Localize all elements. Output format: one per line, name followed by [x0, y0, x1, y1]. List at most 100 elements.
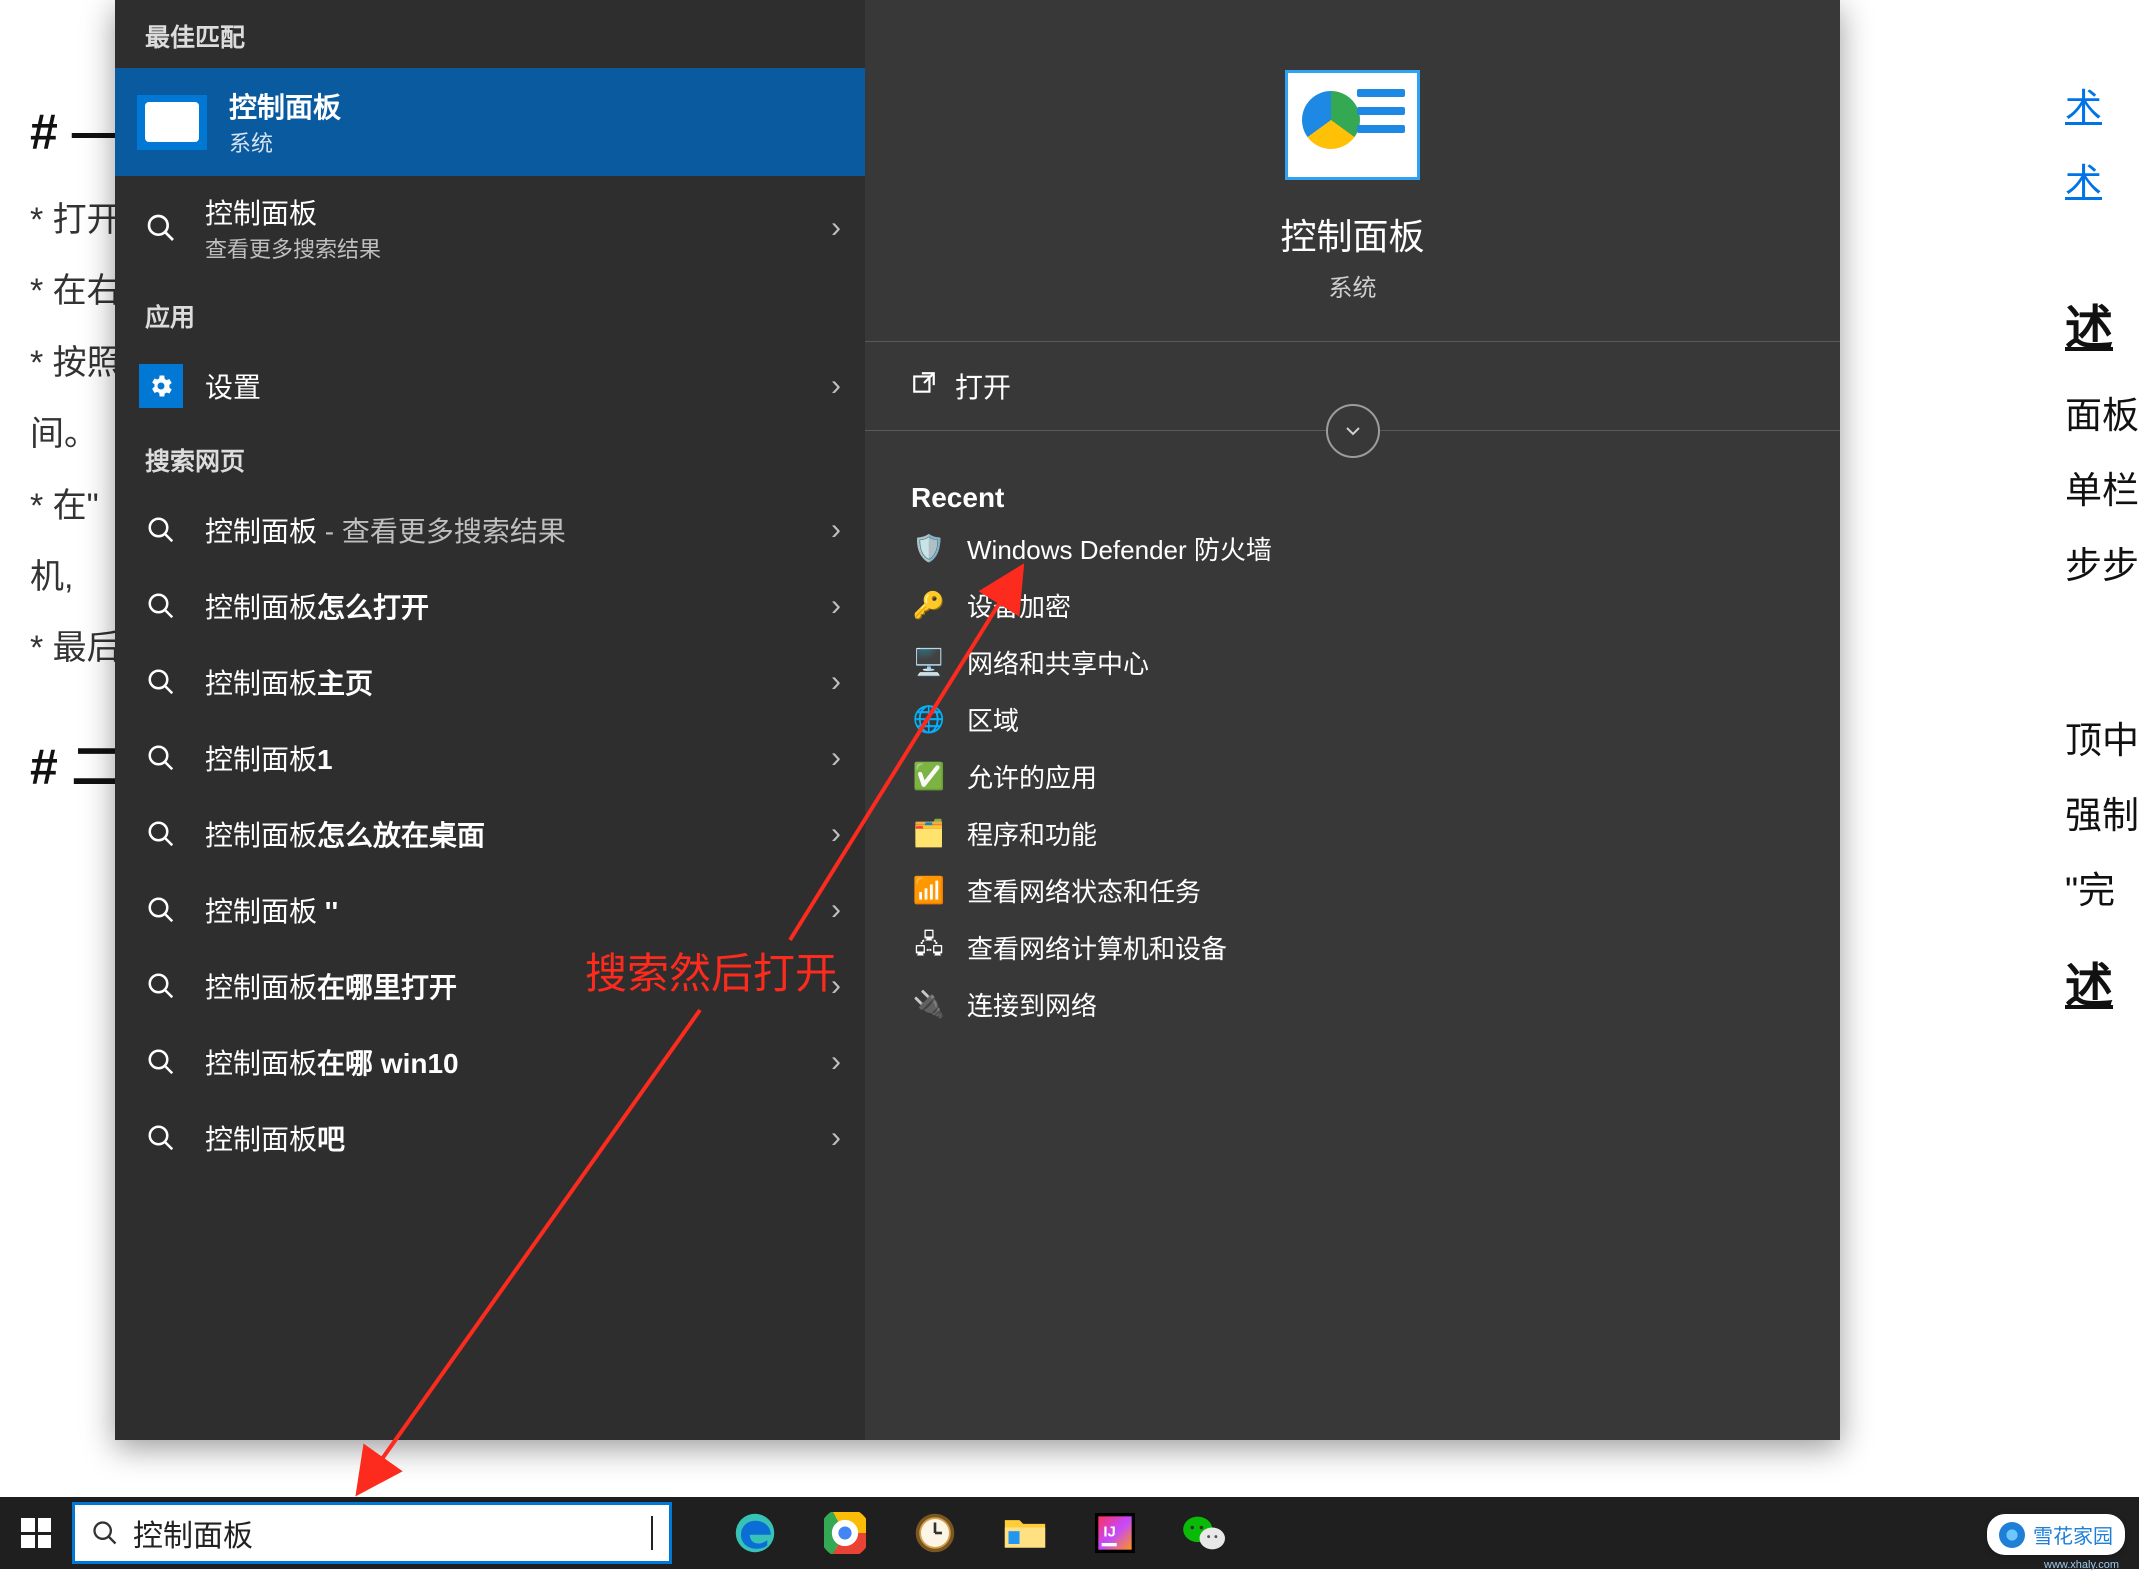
detail-title: 控制面板	[885, 208, 1820, 260]
recent-item[interactable]: 🛡️ Windows Defender 防火墙	[865, 520, 1840, 577]
recent-item-label: 允许的应用	[967, 758, 1097, 795]
settings-label: 设置	[205, 366, 809, 406]
recent-item[interactable]: 🔌 连接到网络	[865, 976, 1840, 1033]
web-result-label: 控制面板吧	[205, 1118, 809, 1158]
recent-item[interactable]: 🌐 区域	[865, 691, 1840, 748]
intellij-icon[interactable]: IJ	[1092, 1510, 1138, 1556]
recent-item-icon: 🌐	[911, 702, 947, 738]
open-new-window-icon	[911, 370, 937, 403]
chrome-icon[interactable]	[822, 1510, 868, 1556]
best-match-result[interactable]: 控制面板 系统	[115, 68, 865, 176]
control-panel-icon	[137, 95, 207, 150]
web-search-result[interactable]: 控制面板 '' ›	[115, 872, 865, 948]
recent-item-icon: 🖧	[911, 930, 947, 966]
clock-icon[interactable]	[912, 1510, 958, 1556]
recent-item-label: 查看网络计算机和设备	[967, 929, 1227, 966]
web-result-label: 控制面板1	[205, 738, 809, 778]
detail-subtitle: 系统	[885, 268, 1820, 303]
search-icon	[139, 508, 183, 552]
background-document-text: # — * 打开 * 在右 * 按照 间。 * 在" 机, * 最后 # 二	[30, 80, 122, 820]
best-match-subtitle: 系统	[229, 126, 341, 158]
windows-search-popup: 最佳匹配 控制面板 系统 控制面板 查看更多搜索结果 › 应用 设置 ›	[115, 0, 1840, 1440]
taskbar-search-box[interactable]	[72, 1502, 672, 1564]
chevron-down-icon	[1341, 419, 1365, 443]
search-results-column: 最佳匹配 控制面板 系统 控制面板 查看更多搜索结果 › 应用 设置 ›	[115, 0, 865, 1440]
recent-item[interactable]: 🖧 查看网络计算机和设备	[865, 919, 1840, 976]
recent-item-icon: ✅	[911, 759, 947, 795]
search-detail-column: 控制面板 系统 打开 Recent 🛡️ Windows Defender 防火…	[865, 0, 1840, 1440]
chevron-right-icon: ›	[831, 893, 841, 927]
chevron-right-icon: ›	[831, 369, 841, 403]
windows-logo-icon	[21, 1518, 51, 1548]
more-results-subtitle: 查看更多搜索结果	[205, 232, 809, 264]
web-search-result[interactable]: 控制面板在哪 win10 ›	[115, 1024, 865, 1100]
search-input[interactable]	[133, 1516, 637, 1550]
best-match-title: 控制面板	[229, 86, 341, 126]
search-icon	[139, 1116, 183, 1160]
recent-item-label: 区域	[967, 701, 1019, 738]
chevron-right-icon: ›	[831, 741, 841, 775]
search-icon	[139, 660, 183, 704]
recent-item-icon: 🔑	[911, 588, 947, 624]
search-icon	[139, 964, 183, 1008]
taskbar-app-label: Markdc	[10, 1467, 89, 1495]
search-icon	[139, 888, 183, 932]
recent-item-label: 查看网络状态和任务	[967, 872, 1201, 909]
search-icon	[139, 584, 183, 628]
file-explorer-icon[interactable]	[1002, 1510, 1048, 1556]
web-search-result[interactable]: 控制面板主页 ›	[115, 644, 865, 720]
web-search-result[interactable]: 控制面板 - 查看更多搜索结果 ›	[115, 492, 865, 568]
svg-text:IJ: IJ	[1103, 1523, 1116, 1540]
chevron-right-icon: ›	[831, 1045, 841, 1079]
apps-header: 应用	[115, 280, 865, 348]
search-icon	[139, 206, 183, 250]
detail-header: 控制面板 系统	[865, 0, 1840, 342]
chevron-right-icon: ›	[831, 817, 841, 851]
recent-item[interactable]: 🔑 设备加密	[865, 577, 1840, 634]
chevron-right-icon: ›	[831, 513, 841, 547]
expand-toggle[interactable]	[1326, 404, 1380, 458]
web-search-result[interactable]: 控制面板怎么打开 ›	[115, 568, 865, 644]
watermark-name: 雪花家园	[2033, 1520, 2113, 1549]
recent-item-icon: 🖥️	[911, 645, 947, 681]
recent-item-label: 网络和共享中心	[967, 644, 1149, 681]
chevron-right-icon: ›	[831, 1121, 841, 1155]
recent-item-icon: 🔌	[911, 987, 947, 1023]
chevron-right-icon: ›	[831, 211, 841, 245]
search-more-results[interactable]: 控制面板 查看更多搜索结果 ›	[115, 176, 865, 280]
recent-item-label: 连接到网络	[967, 986, 1097, 1023]
search-icon	[91, 1519, 119, 1547]
search-icon	[139, 736, 183, 780]
watermark: 雪花家园	[1987, 1514, 2125, 1555]
wechat-icon[interactable]	[1182, 1510, 1228, 1556]
taskbar-pinned-apps: IJ	[732, 1510, 1228, 1556]
more-results-title: 控制面板	[205, 192, 809, 232]
recent-item[interactable]: 🗂️ 程序和功能	[865, 805, 1840, 862]
recent-item[interactable]: ✅ 允许的应用	[865, 748, 1840, 805]
web-search-result[interactable]: 控制面板怎么放在桌面 ›	[115, 796, 865, 872]
recent-item-icon: 🗂️	[911, 816, 947, 852]
recent-item-label: 程序和功能	[967, 815, 1097, 852]
text-cursor	[651, 1516, 653, 1550]
edge-icon[interactable]	[732, 1510, 778, 1556]
recent-item[interactable]: 🖥️ 网络和共享中心	[865, 634, 1840, 691]
web-result-label: 控制面板怎么打开	[205, 586, 809, 626]
web-result-label: 控制面板在哪 win10	[205, 1042, 809, 1082]
recent-item[interactable]: 📶 查看网络状态和任务	[865, 862, 1840, 919]
annotation-text: 搜索然后打开	[585, 940, 837, 1001]
web-result-label: 控制面板 - 查看更多搜索结果	[205, 510, 809, 550]
chevron-right-icon: ›	[831, 665, 841, 699]
best-match-header: 最佳匹配	[115, 0, 865, 68]
recent-item-icon: 🛡️	[911, 531, 947, 567]
web-search-result[interactable]: 控制面板吧 ›	[115, 1100, 865, 1176]
web-header: 搜索网页	[115, 424, 865, 492]
watermark-url: www.xhaly.com	[2044, 1559, 2119, 1571]
web-search-result[interactable]: 控制面板1 ›	[115, 720, 865, 796]
chevron-right-icon: ›	[831, 589, 841, 623]
start-button[interactable]	[0, 1497, 72, 1569]
recent-item-icon: 📶	[911, 873, 947, 909]
gear-icon	[139, 364, 183, 408]
recent-header: Recent	[865, 458, 1840, 520]
apps-settings-result[interactable]: 设置 ›	[115, 348, 865, 424]
open-label: 打开	[955, 366, 1011, 406]
